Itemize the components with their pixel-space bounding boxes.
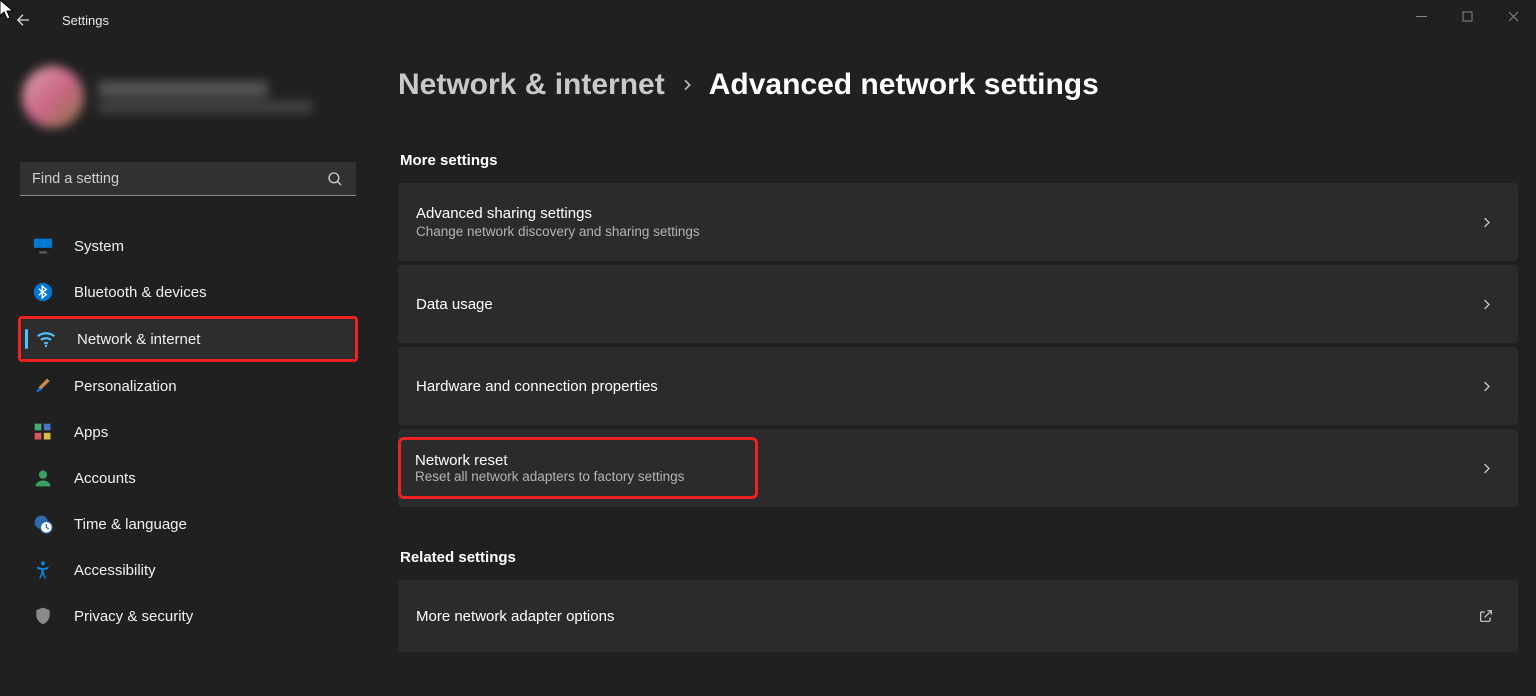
sidebar-item-privacy[interactable]: Privacy & security bbox=[18, 596, 358, 636]
card-data-usage[interactable]: Data usage bbox=[398, 265, 1518, 343]
sidebar-item-label: Apps bbox=[74, 424, 108, 441]
shield-icon bbox=[32, 605, 54, 627]
sidebar-item-apps[interactable]: Apps bbox=[18, 412, 358, 452]
sidebar-item-label: Bluetooth & devices bbox=[74, 284, 207, 301]
sidebar-item-personalization[interactable]: Personalization bbox=[18, 366, 358, 406]
breadcrumb-current: Advanced network settings bbox=[709, 68, 1099, 102]
sidebar-item-label: Network & internet bbox=[77, 331, 200, 348]
open-external-icon bbox=[1478, 608, 1494, 624]
card-advanced-sharing[interactable]: Advanced sharing settings Change network… bbox=[398, 183, 1518, 261]
sidebar-item-accounts[interactable]: Accounts bbox=[18, 458, 358, 498]
card-title: Hardware and connection properties bbox=[416, 378, 658, 395]
avatar bbox=[22, 66, 84, 128]
chevron-right-icon bbox=[1479, 215, 1494, 230]
sidebar-item-label: Accessibility bbox=[74, 562, 156, 579]
sidebar-item-system[interactable]: System bbox=[18, 226, 358, 266]
card-title: Advanced sharing settings bbox=[416, 205, 700, 222]
maximize-icon bbox=[1462, 11, 1473, 22]
breadcrumb-parent[interactable]: Network & internet bbox=[398, 68, 665, 102]
back-button[interactable] bbox=[6, 3, 40, 37]
sidebar-nav: System Bluetooth & devices Network & int… bbox=[18, 224, 358, 638]
chevron-right-icon bbox=[679, 77, 695, 93]
window-title: Settings bbox=[62, 13, 109, 28]
chevron-right-icon bbox=[1479, 297, 1494, 312]
apps-icon bbox=[32, 421, 54, 443]
sidebar-item-network[interactable]: Network & internet bbox=[21, 319, 355, 359]
card-network-reset[interactable]: Network reset Reset all network adapters… bbox=[398, 429, 1518, 507]
card-adapter-options[interactable]: More network adapter options bbox=[398, 580, 1518, 652]
sidebar-item-time-language[interactable]: Time & language bbox=[18, 504, 358, 544]
wifi-icon bbox=[35, 328, 57, 350]
card-subtitle: Reset all network adapters to factory se… bbox=[415, 469, 741, 484]
bluetooth-icon bbox=[32, 281, 54, 303]
card-title: Network reset bbox=[415, 452, 741, 469]
maximize-button[interactable] bbox=[1444, 0, 1490, 32]
person-icon bbox=[32, 467, 54, 489]
card-hardware-properties[interactable]: Hardware and connection properties bbox=[398, 347, 1518, 425]
sidebar-highlight-network: Network & internet bbox=[18, 316, 358, 362]
section-related-settings: Related settings bbox=[400, 549, 1518, 566]
sidebar-item-accessibility[interactable]: Accessibility bbox=[18, 550, 358, 590]
search-input[interactable] bbox=[20, 162, 356, 196]
sidebar-item-label: System bbox=[74, 238, 124, 255]
monitor-icon bbox=[32, 235, 54, 257]
sidebar-item-label: Accounts bbox=[74, 470, 136, 487]
sidebar-item-bluetooth[interactable]: Bluetooth & devices bbox=[18, 272, 358, 312]
card-subtitle: Change network discovery and sharing set… bbox=[416, 224, 700, 239]
arrow-left-icon bbox=[14, 11, 32, 29]
user-profile[interactable] bbox=[18, 60, 358, 146]
sidebar-item-label: Personalization bbox=[74, 378, 177, 395]
minimize-button[interactable] bbox=[1398, 0, 1444, 32]
sidebar-item-label: Time & language bbox=[74, 516, 187, 533]
accessibility-icon bbox=[32, 559, 54, 581]
minimize-icon bbox=[1416, 11, 1427, 22]
profile-text bbox=[98, 81, 313, 113]
main-content: Network & internet Advanced network sett… bbox=[370, 40, 1536, 696]
highlight-network-reset: Network reset Reset all network adapters… bbox=[398, 437, 758, 499]
clock-globe-icon bbox=[32, 513, 54, 535]
paintbrush-icon bbox=[32, 375, 54, 397]
close-icon bbox=[1508, 11, 1519, 22]
sidebar-item-label: Privacy & security bbox=[74, 608, 193, 625]
card-title: Data usage bbox=[416, 296, 493, 313]
section-more-settings: More settings bbox=[400, 152, 1518, 169]
chevron-right-icon bbox=[1479, 461, 1494, 476]
sidebar: System Bluetooth & devices Network & int… bbox=[0, 40, 370, 696]
card-title: More network adapter options bbox=[416, 608, 614, 625]
close-button[interactable] bbox=[1490, 0, 1536, 32]
chevron-right-icon bbox=[1479, 379, 1494, 394]
breadcrumb: Network & internet Advanced network sett… bbox=[398, 68, 1518, 102]
